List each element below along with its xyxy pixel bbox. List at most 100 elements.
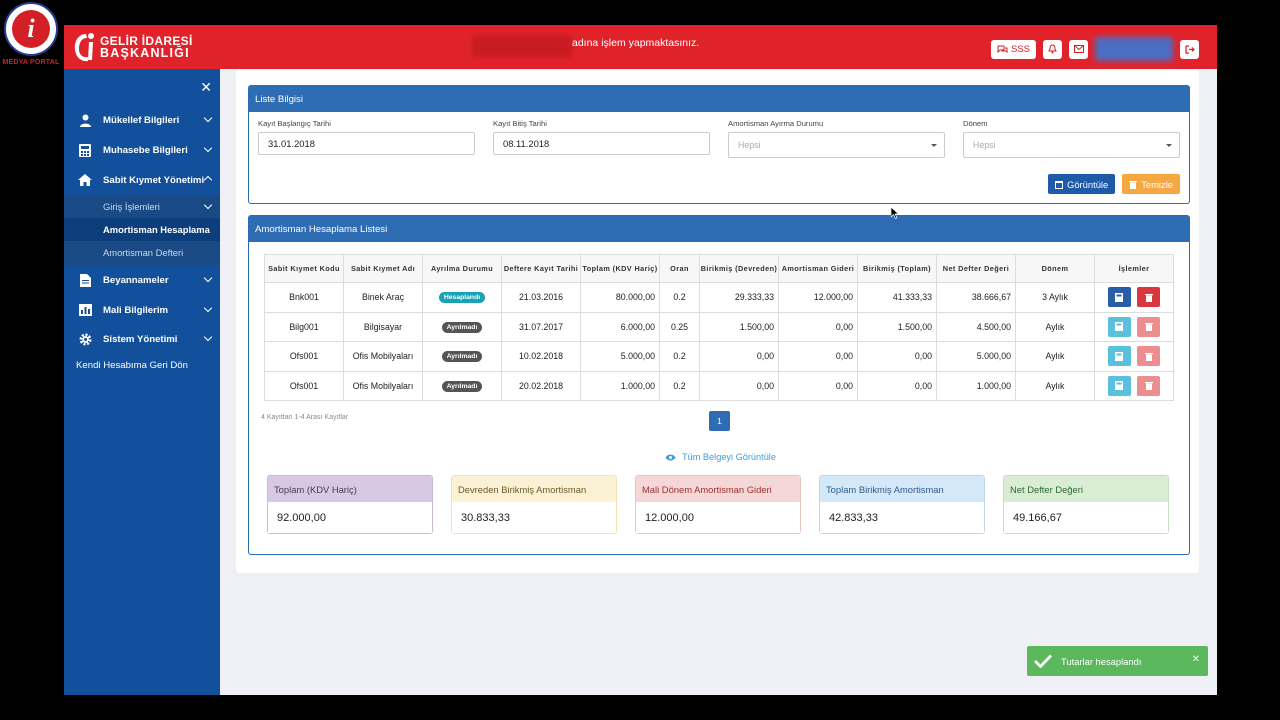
sss-button[interactable]: SSS <box>990 39 1036 59</box>
bell-icon <box>1048 44 1057 54</box>
sidebar-item-label: Sabit Kıymet Yönetimi <box>103 174 205 186</box>
column-header[interactable]: Amortisman Gideri <box>778 254 858 283</box>
delete-button[interactable] <box>1137 346 1161 367</box>
clear-button[interactable]: Temizle <box>1122 174 1180 194</box>
column-header[interactable]: Dönem <box>1015 254 1095 283</box>
delete-button[interactable] <box>1137 375 1161 396</box>
calculate-button[interactable] <box>1107 316 1131 337</box>
cell-period: Aylık <box>1015 341 1095 372</box>
column-header[interactable]: Oran <box>659 254 700 283</box>
sidebar-item-muhasebe[interactable]: Muhasebe Bilgileri <box>64 135 220 165</box>
gib-logo[interactable]: GELİR İDARESİ BAŞKANLIĞI <box>72 25 193 69</box>
sidebar-item-mali-bilgilerim[interactable]: Mali Bilgilerim <box>64 295 220 325</box>
sidebar-item-beyannameler[interactable]: Beyannameler <box>64 265 220 295</box>
summary-card-value: 42.833,33 <box>820 502 984 533</box>
view-button-label: Görüntüle <box>1067 178 1109 190</box>
success-toast: Tutarlar hesaplandı ✕ <box>1027 646 1208 676</box>
home-icon <box>78 173 92 187</box>
column-header[interactable]: Ayrılma Durumu <box>422 254 502 283</box>
cell-expense: 0,00 <box>778 341 858 372</box>
summary-card-value: 12.000,00 <box>636 502 800 533</box>
column-header[interactable]: Birikmiş (Devreden) <box>699 254 779 283</box>
summary-card-value: 92.000,00 <box>268 502 432 533</box>
sidebar: ✕ Mükellef Bilgileri Muhasebe Bilgileri … <box>64 69 220 695</box>
summary-card-expense: Mali Dönem Amortisman Gideri 12.000,00 <box>635 475 801 534</box>
column-header: İşlemler <box>1094 254 1174 283</box>
view-button[interactable]: Görüntüle <box>1048 174 1116 194</box>
summary-cards: Toplam (KDV Hariç) 92.000,00 Devreden Bi… <box>267 475 1169 534</box>
main-content: Liste Bilgisi Kayıt Başlangıç Tarihi 31.… <box>236 70 1199 573</box>
back-to-own-account-link[interactable]: Kendi Hesabıma Geri Dön <box>76 360 188 371</box>
column-header[interactable]: Net Defter Değeri <box>936 254 1016 283</box>
cell-expense: 0,00 <box>778 311 858 342</box>
summary-card-value: 30.833,33 <box>452 502 616 533</box>
cell-total: 6.000,00 <box>580 311 660 342</box>
cell-expense: 0,00 <box>778 370 858 401</box>
table-row: Ofs001 Ofis Mobilyaları Ayrılmadı 10.02.… <box>264 341 1174 372</box>
start-date-input[interactable]: 31.01.2018 <box>258 132 475 155</box>
cell-rate: 0.25 <box>659 311 700 342</box>
column-header[interactable]: Toplam (KDV Hariç) <box>580 254 660 283</box>
trash-icon <box>1144 352 1153 361</box>
sidebar-subitem-giris[interactable]: Giriş İşlemleri <box>64 195 220 218</box>
sidebar-item-label: Muhasebe Bilgileri <box>103 144 188 156</box>
app-window: GELİR İDARESİ BAŞKANLIĞI adına işlem yap… <box>64 25 1217 695</box>
calculator-icon <box>78 143 92 157</box>
envelope-icon <box>1073 45 1084 53</box>
trash-icon <box>1144 293 1153 302</box>
document-icon <box>78 273 92 287</box>
cell-code: Ofs001 <box>264 370 344 401</box>
eye-icon <box>665 454 676 460</box>
end-date-input[interactable]: 08.11.2018 <box>493 132 710 155</box>
period-select[interactable]: Hepsi <box>963 132 1180 158</box>
summary-card-label: Mali Dönem Amortisman Gideri <box>636 476 800 502</box>
cell-accum: 41.333,33 <box>857 282 937 313</box>
messages-button[interactable] <box>1069 39 1088 59</box>
list-panel: Amortisman Hesaplama Listesi Sabit Kıyme… <box>248 215 1190 555</box>
cell-total: 5.000,00 <box>580 341 660 372</box>
cell-period: 3 Aylık <box>1015 282 1095 313</box>
column-header[interactable]: Birikmiş (Toplam) <box>857 254 937 283</box>
toast-close-icon[interactable]: ✕ <box>1192 654 1200 665</box>
delete-button[interactable] <box>1137 287 1161 308</box>
logo-line2: BAŞKANLIĞI <box>100 46 190 60</box>
sss-label: SSS <box>1010 43 1030 55</box>
gib-logo-icon <box>72 30 98 64</box>
sidebar-subitem-amortisman-defteri[interactable]: Amortisman Defteri <box>64 241 220 264</box>
bar-chart-icon <box>78 303 92 317</box>
calculate-button[interactable] <box>1107 287 1131 308</box>
header: GELİR İDARESİ BAŞKANLIĞI adına işlem yap… <box>64 25 1217 69</box>
redacted-user-menu[interactable] <box>1095 37 1173 61</box>
pagination-page-1[interactable]: 1 <box>709 411 730 431</box>
cell-accum: 1.500,00 <box>857 311 937 342</box>
notifications-button[interactable] <box>1043 39 1062 59</box>
calculate-button[interactable] <box>1107 346 1131 367</box>
delete-button[interactable] <box>1137 316 1161 337</box>
chevron-down-icon <box>203 303 213 313</box>
gear-icon <box>78 332 92 346</box>
calculator-icon <box>1115 351 1124 361</box>
column-header[interactable]: Deftere Kayıt Tarihi <box>501 254 581 283</box>
sidebar-item-mukellef[interactable]: Mükellef Bilgileri <box>64 105 220 135</box>
sidebar-item-sabit-kiymet[interactable]: Sabit Kıymet Yönetimi <box>64 165 220 195</box>
cell-total: 1.000,00 <box>580 370 660 401</box>
summary-card-label: Net Defter Değeri <box>1004 476 1168 502</box>
sidebar-close-icon[interactable]: ✕ <box>200 79 212 96</box>
sidebar-item-label: Mali Bilgilerim <box>103 304 169 316</box>
summary-card-label: Toplam Birikmiş Amortisman <box>820 476 984 502</box>
sidebar-subitem-label: Amortisman Hesaplama <box>103 224 210 235</box>
logout-icon <box>1184 44 1195 54</box>
depreciation-status-select[interactable]: Hepsi <box>728 132 945 158</box>
calculate-button[interactable] <box>1107 375 1131 396</box>
sidebar-subitem-amortisman-hesaplama[interactable]: Amortisman Hesaplama <box>64 218 220 241</box>
column-header[interactable]: Sabit Kıymet Adı <box>343 254 423 283</box>
depreciation-status-label: Amortisman Ayırma Durumu <box>728 119 824 128</box>
view-all-document-link[interactable]: Tüm Belgeyi Görüntüle <box>665 452 776 462</box>
cell-code: Bnk001 <box>264 282 344 313</box>
cell-date: 31.07.2017 <box>501 311 581 342</box>
sidebar-item-sistem-yonetimi[interactable]: Sistem Yönetimi <box>64 324 220 354</box>
column-header[interactable]: Sabit Kıymet Kodu <box>264 254 344 283</box>
depreciation-table: Sabit Kıymet Kodu Sabit Kıymet Adı Ayrıl… <box>264 254 1174 401</box>
toast-message: Tutarlar hesaplandı <box>1061 655 1142 667</box>
logout-button[interactable] <box>1180 39 1199 59</box>
